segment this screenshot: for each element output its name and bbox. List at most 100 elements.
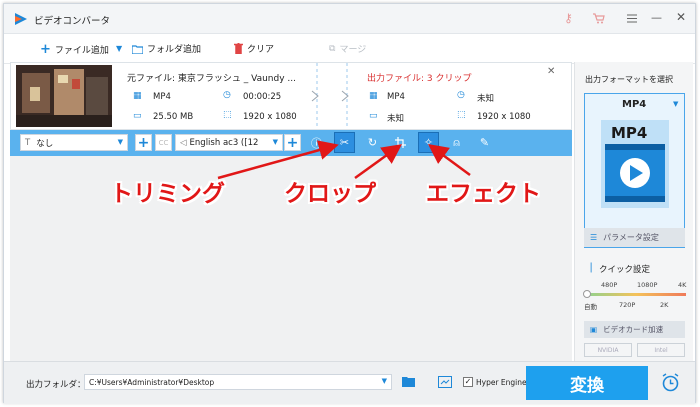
sliders-icon: ☰ bbox=[590, 233, 598, 242]
crop-annotation: クロップ bbox=[284, 181, 376, 207]
chevron-down-icon: ▼ bbox=[272, 138, 278, 146]
output-duration: 未知 bbox=[477, 94, 495, 104]
crop-button[interactable] bbox=[390, 132, 411, 153]
source-duration: 00:00:25 bbox=[243, 92, 282, 102]
quick-1080p: 1080P bbox=[637, 281, 658, 289]
chevron-down-icon: ▼ bbox=[673, 100, 679, 108]
quality-slider[interactable] bbox=[586, 293, 686, 296]
trim-annotation: トリミング bbox=[110, 181, 225, 207]
format-name: MP4 bbox=[622, 99, 647, 110]
subtitle-value: なし bbox=[36, 138, 54, 149]
quick-settings-icon: ❘ bbox=[587, 262, 596, 273]
cart-icon[interactable] bbox=[593, 13, 605, 24]
add-audio-button[interactable]: + bbox=[284, 134, 301, 151]
open-folder-icon[interactable] bbox=[402, 376, 415, 387]
stamp-icon: ⍝ bbox=[453, 135, 460, 149]
alarm-clock-icon[interactable] bbox=[661, 373, 680, 392]
quality-slider-handle[interactable] bbox=[583, 290, 591, 298]
output-resolution-icon: ⬚ bbox=[457, 110, 466, 120]
quick-4k: 4K bbox=[678, 281, 687, 289]
format-tile-label: MP4 bbox=[611, 124, 648, 142]
output-resolution: 1920 x 1080 bbox=[477, 112, 531, 122]
quick-auto: 自動 bbox=[584, 303, 597, 311]
parameter-settings-button[interactable]: ☰ パラメータ設定 bbox=[584, 228, 685, 247]
file-item[interactable]: 元ファイル: 東京フラッシュ _ Vaundy ... ▦ MP4 ◷ 00:0… bbox=[10, 62, 572, 130]
output-folder-select[interactable]: C:¥Users¥Administrator¥Desktop ▼ bbox=[84, 374, 392, 390]
add-folder-button[interactable]: フォルダ追加 bbox=[132, 42, 201, 55]
merge-label: マージ bbox=[339, 45, 367, 55]
add-file-label: ファイル追加 bbox=[54, 46, 109, 56]
subtitle-icon: T bbox=[25, 137, 31, 148]
hyper-engine-checkbox[interactable]: ✓ bbox=[463, 377, 473, 387]
output-size-icon: ▭ bbox=[369, 111, 378, 121]
menu-icon[interactable] bbox=[626, 13, 638, 24]
app-logo-icon bbox=[15, 13, 27, 25]
output-format-panel: 出力フォーマットを選択 MP4 ▼ MP4 ☰ パラメータ設定 ❘ クイック設定… bbox=[574, 62, 693, 361]
output-file-label: 出力ファイル: 3 クリップ bbox=[367, 74, 472, 84]
info-icon: ⓘ bbox=[311, 136, 322, 150]
nvidia-toggle[interactable]: NVIDIA bbox=[584, 343, 632, 357]
key-icon[interactable]: ⚷ bbox=[564, 11, 573, 25]
clock-icon: ◷ bbox=[223, 90, 231, 100]
minimize-icon[interactable]: — bbox=[651, 11, 662, 24]
folder-size-icon: ▭ bbox=[133, 111, 142, 121]
convert-button[interactable]: 変換 bbox=[526, 366, 648, 400]
add-folder-label: フォルダ追加 bbox=[147, 45, 202, 55]
convert-arrow-icon bbox=[311, 63, 349, 129]
format-panel-title: 出力フォーマットを選択 bbox=[585, 75, 673, 84]
gpu-icon: ▣ bbox=[590, 325, 598, 334]
bottom-bar: 出力フォルダ： C:¥Users¥Administrator¥Desktop ▼… bbox=[4, 361, 695, 404]
chevron-down-icon: ▼ bbox=[117, 138, 123, 146]
quick-480p: 480P bbox=[601, 281, 618, 289]
close-icon[interactable]: ✕ bbox=[676, 10, 686, 24]
source-file-label: 元ファイル: 東京フラッシュ _ Vaundy ... bbox=[127, 74, 296, 84]
output-format: MP4 bbox=[387, 92, 405, 102]
audio-track-select[interactable]: ◁ English ac3 ([12 ▼ bbox=[175, 134, 283, 151]
source-resolution: 1920 x 1080 bbox=[243, 112, 297, 122]
clear-button[interactable]: クリア bbox=[234, 42, 274, 55]
add-file-dropdown-icon[interactable]: ▼ bbox=[116, 44, 122, 53]
chevron-down-icon: ▼ bbox=[381, 377, 387, 385]
output-folder-label: 出力フォルダ： bbox=[26, 380, 86, 390]
subtitle-select[interactable]: T なし ▼ bbox=[20, 134, 128, 151]
folder-icon bbox=[132, 44, 143, 54]
remove-file-icon[interactable]: ✕ bbox=[547, 66, 555, 77]
gpu-acceleration-label: ビデオカード加速 bbox=[603, 325, 664, 334]
speaker-icon: ◁ bbox=[180, 137, 187, 148]
info-button[interactable]: ⓘ bbox=[306, 132, 327, 153]
quick-settings-label: クイック設定 bbox=[599, 265, 651, 275]
quick-2k: 2K bbox=[660, 301, 669, 309]
merge-icon: ⧉ bbox=[329, 43, 336, 54]
title-bar: ビデオコンバータ ⚷ — ✕ bbox=[4, 4, 695, 34]
add-subtitle-button[interactable]: + bbox=[135, 134, 152, 151]
output-size: 未知 bbox=[387, 114, 405, 124]
app-title: ビデオコンバータ bbox=[34, 16, 111, 27]
subtitle-edit-button[interactable]: ✎ bbox=[474, 132, 495, 153]
rotate-icon: ↻ bbox=[367, 136, 378, 149]
hyper-engine-label: Hyper Engine bbox=[476, 378, 527, 387]
video-thumbnail bbox=[16, 65, 112, 127]
pen-icon: ✎ bbox=[479, 136, 490, 149]
merge-button[interactable]: ⧉ マージ bbox=[329, 42, 367, 56]
add-file-button[interactable]: + ファイル追加 bbox=[40, 42, 109, 57]
watermark-button[interactable]: ⍝ bbox=[446, 132, 467, 153]
intel-toggle[interactable]: Intel bbox=[637, 343, 685, 357]
effect-button[interactable]: ✧ bbox=[418, 132, 439, 153]
toolbar: + ファイル追加 ▼ フォルダ追加 クリア ⧉ マージ bbox=[4, 34, 695, 64]
folder-settings-icon[interactable] bbox=[438, 376, 452, 388]
cc-button[interactable]: CC bbox=[155, 134, 172, 151]
quick-720p: 720P bbox=[619, 301, 636, 309]
gpu-acceleration-button[interactable]: ▣ ビデオカード加速 bbox=[584, 321, 685, 338]
trim-button[interactable]: ✂ bbox=[334, 132, 355, 153]
output-clock-icon: ◷ bbox=[457, 90, 465, 100]
format-selector[interactable]: MP4 ▼ MP4 bbox=[584, 93, 685, 248]
rotate-button[interactable]: ↻ bbox=[362, 132, 383, 153]
clear-label: クリア bbox=[247, 45, 275, 55]
magic-wand-icon: ✧ bbox=[423, 136, 434, 149]
effect-annotation: エフェクト bbox=[426, 181, 541, 207]
resolution-icon: ⬚ bbox=[223, 110, 232, 120]
parameter-settings-label: パラメータ設定 bbox=[603, 233, 659, 242]
output-folder-path: C:¥Users¥Administrator¥Desktop bbox=[89, 377, 215, 387]
source-format: MP4 bbox=[153, 92, 171, 102]
audio-track-value: English ac3 ([12 bbox=[189, 137, 259, 148]
